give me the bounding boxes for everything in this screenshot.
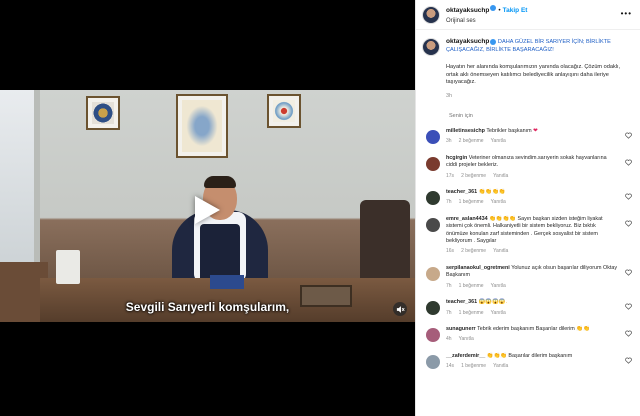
reply-button[interactable]: Yanıtla <box>459 336 474 342</box>
reply-button[interactable]: Yanıtla <box>491 310 506 316</box>
heart-icon[interactable] <box>625 132 632 139</box>
video-subtitle: Sevgili Sarıyerli komşularım, <box>125 300 290 314</box>
comment-avatar[interactable] <box>426 266 440 281</box>
comment-item: emre_aslan4434 👏👏👏👏 Sayın başkan sizden … <box>422 216 634 256</box>
comment-emoji: 👏👏👏👏 <box>478 189 506 196</box>
comment-emoji: ❤ <box>533 128 538 134</box>
avatar[interactable] <box>422 5 440 24</box>
wall-frame-left <box>86 96 120 130</box>
play-button[interactable] <box>189 192 225 228</box>
wall-frame-right <box>267 94 301 128</box>
comment-avatar[interactable] <box>426 191 440 206</box>
comment-avatar[interactable] <box>426 327 440 342</box>
comment-item: hcgirgin Veteriner olmanıza sevindim.sar… <box>422 155 634 180</box>
comment-likes[interactable]: 1 beğenme <box>459 310 484 316</box>
comment-item: milletinsesichp Tebrikler başkanım ❤ 3h 2… <box>422 128 634 146</box>
comment-likes[interactable]: 2 beğenme <box>461 248 486 254</box>
comment-likes[interactable]: 2 beğenme <box>461 173 486 179</box>
comment-username[interactable]: serpilanaokul_ogretmeni <box>446 265 510 271</box>
more-options-icon[interactable]: ••• <box>621 9 632 18</box>
caption-body: Hayatın her alanında komşularımızın yanı… <box>446 64 621 85</box>
verified-badge-icon <box>490 38 497 45</box>
desk-paper-stack <box>56 250 80 284</box>
comment-avatar[interactable] <box>426 156 440 171</box>
comment-username[interactable]: emre_aslan4434 <box>446 216 488 222</box>
comment-username[interactable]: sunagunerr <box>446 326 476 332</box>
comment-username[interactable]: teacher_361 <box>446 189 477 195</box>
comment-text: Tebrik ederim başkanım Başarılar dilerim <box>477 325 575 332</box>
comment-avatar[interactable] <box>426 217 440 232</box>
window <box>0 90 34 265</box>
speaker-muted-icon <box>396 305 405 313</box>
comment-avatar[interactable] <box>426 130 440 144</box>
comment-username[interactable]: hcgirgin <box>446 155 467 161</box>
post-header: oktayaksuchp • Takip Et Orijinal ses ••• <box>416 0 640 30</box>
comment-emoji: 😱😱😱😱. <box>478 299 508 306</box>
video-player[interactable]: Sevgili Sarıyerli komşularım, <box>0 0 415 416</box>
follow-button[interactable]: Takip Et <box>503 7 528 14</box>
comment-time: 7h <box>446 199 452 206</box>
reply-button[interactable]: Yanıtla <box>491 199 506 205</box>
comment-username[interactable]: teacher_361 <box>446 299 477 305</box>
comment-item: serpilanaokul_ogretmeni Yolunuz açık ols… <box>422 265 634 290</box>
reply-button[interactable]: Yanıtla <box>491 138 506 144</box>
heart-icon[interactable] <box>625 303 632 310</box>
comment-item: sunagunerr Tebrik ederim başkanım Başarı… <box>422 326 634 344</box>
coat-rack <box>360 200 410 290</box>
comment-emoji: 👏👏 <box>576 325 590 332</box>
reply-button[interactable]: Yanıtla <box>493 173 508 179</box>
heart-icon[interactable] <box>625 220 632 227</box>
comment-item: teacher_361 👏👏👏👏 7h 1 beğenme Yanıtla <box>422 189 634 207</box>
heart-icon[interactable] <box>625 357 632 364</box>
comment-likes[interactable]: 2 beğenme <box>459 138 484 144</box>
header-username[interactable]: oktayaksuchp <box>446 7 489 14</box>
post-details-panel: oktayaksuchp • Takip Et Orijinal ses ••• o… <box>415 0 640 416</box>
audio-link[interactable]: Orijinal ses <box>446 16 527 26</box>
reply-button[interactable]: Yanıtla <box>491 283 506 289</box>
comment-avatar[interactable] <box>426 354 440 369</box>
play-icon <box>195 196 220 224</box>
heart-icon[interactable] <box>625 193 632 200</box>
wall-frame-center <box>176 94 228 158</box>
speaker-hair <box>204 176 236 188</box>
comment-item: __zaferdemir__ 👏👏👏 Başarılar dilerim baş… <box>422 353 634 371</box>
heart-icon[interactable] <box>625 159 632 166</box>
comment-time: 14s <box>446 363 455 370</box>
reply-button[interactable]: Yanıtla <box>493 363 508 369</box>
comments-list: milletinsesichp Tebrikler başkanım ❤ 3h 2… <box>416 128 640 371</box>
comment-item: teacher_361 😱😱😱😱. 7h 1 beğenme Yanıtla <box>422 299 634 317</box>
comment-time: 3h <box>446 138 452 145</box>
comment-text: 👏👏👏 Başarılar dilerim başkanım <box>486 352 573 359</box>
comment-text: Veteriner olmanıza sevindim.sarıyerin so… <box>446 154 607 169</box>
desk-folder <box>210 275 244 289</box>
comment-avatar[interactable] <box>426 301 440 316</box>
comment-time: 17s <box>446 172 455 179</box>
comment-username[interactable]: milletinsesichp <box>446 128 485 134</box>
reply-button[interactable]: Yanıtla <box>493 248 508 254</box>
for-you-toggle[interactable]: Senin için <box>416 100 640 119</box>
comment-likes[interactable]: 1 beğenme <box>459 283 484 289</box>
comment-likes[interactable]: 1 beğenme <box>459 199 484 205</box>
comment-time: 16s <box>446 248 455 255</box>
comment-likes[interactable]: 1 beğenme <box>461 363 486 369</box>
comment-time: 4h <box>446 336 452 343</box>
comment-time: 7h <box>446 282 452 289</box>
comment-username[interactable]: __zaferdemir__ <box>446 353 485 359</box>
verified-badge-icon <box>490 4 497 11</box>
heart-icon[interactable] <box>625 269 632 276</box>
mute-button[interactable] <box>393 302 407 316</box>
comment-text: Tebrikler başkanım <box>486 128 532 134</box>
comment-time: 7h <box>446 309 452 316</box>
post-caption: oktayaksuchp DAHA GÜZEL BİR SARIYER İÇİN… <box>416 30 640 100</box>
heart-icon[interactable] <box>625 330 632 337</box>
caption-time: 3h <box>446 92 453 99</box>
caption-avatar[interactable] <box>422 38 440 56</box>
caption-username[interactable]: oktayaksuchp <box>446 38 489 45</box>
